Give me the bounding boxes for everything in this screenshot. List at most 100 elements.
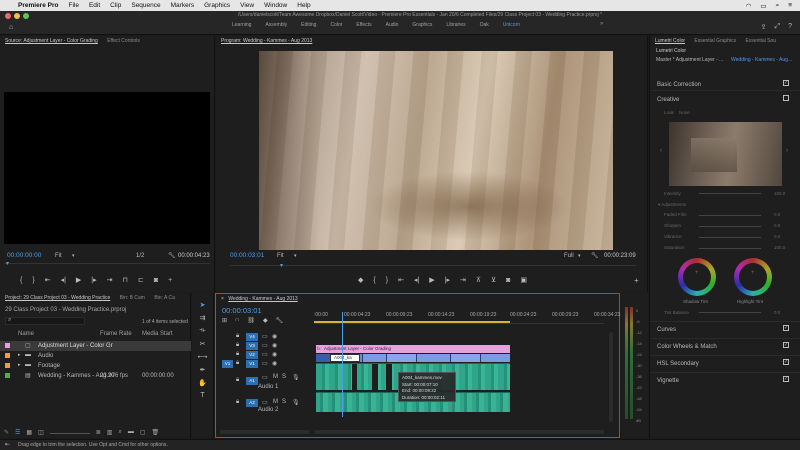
- tab-sequence[interactable]: Wedding - Kammes - Aug 2013: [228, 294, 297, 304]
- adjustments-chevron-icon[interactable]: ▾: [658, 202, 660, 207]
- mic-icon[interactable]: 🎙︎: [292, 374, 300, 381]
- sync-lock-icon[interactable]: ▭: [262, 333, 268, 340]
- intensity-slider[interactable]: [699, 193, 761, 194]
- adjustments-header[interactable]: ▾ Adjustments: [658, 202, 686, 208]
- workspace-graphics[interactable]: Graphics: [405, 21, 439, 30]
- menu-view[interactable]: View: [240, 2, 254, 9]
- add-marker-timeline-icon[interactable]: ◆: [263, 317, 268, 324]
- section-basic-correction[interactable]: Basic Correction ✓: [650, 77, 800, 91]
- lock-icon[interactable]: 🔒︎: [236, 351, 239, 358]
- expand-chevron-icon[interactable]: ▸: [18, 352, 21, 358]
- label-swatch[interactable]: [5, 353, 10, 358]
- lock-icon[interactable]: 🔒︎: [236, 399, 239, 406]
- linked-selection-icon[interactable]: ⛓: [247, 317, 255, 324]
- section-vignette[interactable]: Vignette ✓: [650, 372, 800, 386]
- home-icon[interactable]: ⌂: [9, 24, 13, 31]
- wheel-center-icon[interactable]: +: [695, 270, 699, 276]
- workspace-oak[interactable]: Oak: [473, 21, 496, 30]
- slider-track[interactable]: [699, 226, 761, 227]
- timeline-v-scrollbar[interactable]: [609, 332, 613, 422]
- lock-icon[interactable]: 🔒︎: [236, 360, 239, 367]
- slider-value[interactable]: 0.0: [774, 212, 780, 217]
- wifi-icon[interactable]: ◠: [746, 2, 752, 10]
- track-select-tool-icon[interactable]: ⇉: [200, 314, 206, 322]
- minimize-window-button[interactable]: [14, 13, 20, 19]
- wheel-center-icon[interactable]: +: [751, 270, 755, 276]
- insert-icon[interactable]: ⊓: [123, 276, 128, 284]
- section-curves[interactable]: Curves ✓: [650, 321, 800, 335]
- menu-help[interactable]: Help: [297, 2, 310, 9]
- source-playhead-icon[interactable]: ▾: [6, 260, 9, 267]
- source-patch-v1[interactable]: V1: [222, 359, 233, 368]
- workspace-unicorn[interactable]: Unicorn: [496, 21, 527, 30]
- menu-markers[interactable]: Markers: [171, 2, 194, 9]
- work-area-bar[interactable]: [314, 321, 510, 323]
- highlight-tint-wheel[interactable]: +: [734, 258, 772, 296]
- snap-icon[interactable]: ∩: [235, 317, 239, 324]
- lift-icon[interactable]: ⊼: [476, 276, 481, 284]
- video-clip-selected[interactable]: A004_ka: [330, 354, 360, 362]
- shadow-tint-wheel[interactable]: +: [678, 258, 716, 296]
- timeline-timecode[interactable]: 00:00:03:01: [222, 306, 262, 315]
- eye-icon[interactable]: ◉: [272, 351, 277, 358]
- workspace-menu-icon[interactable]: »: [600, 21, 603, 27]
- project-search-input[interactable]: [5, 317, 85, 325]
- go-to-in-icon[interactable]: ⇤: [45, 276, 51, 284]
- track-label[interactable]: A2: [246, 399, 258, 407]
- type-tool-icon[interactable]: T: [200, 392, 204, 399]
- tint-balance-slider[interactable]: [699, 312, 761, 313]
- source-fit-chevron-icon[interactable]: ▾: [72, 253, 75, 259]
- tab-project[interactable]: Project: 29 Class Project 03 - Wedding P…: [5, 293, 110, 303]
- video-clip[interactable]: [416, 354, 450, 362]
- eye-icon[interactable]: ◉: [272, 333, 277, 340]
- label-swatch[interactable]: [5, 373, 10, 378]
- new-bin-icon[interactable]: ▬: [128, 429, 134, 436]
- tab-lumetri-color[interactable]: Lumetri Color: [655, 36, 685, 46]
- quick-export-icon[interactable]: ⤢: [774, 23, 780, 31]
- trash-icon[interactable]: 🗑︎: [152, 429, 160, 436]
- menu-sequence[interactable]: Sequence: [131, 2, 160, 9]
- col-media-start[interactable]: Media Start: [142, 331, 173, 337]
- workspace-editing[interactable]: Editing: [294, 21, 323, 30]
- sync-lock-icon[interactable]: ▭: [262, 374, 268, 381]
- program-quality-select[interactable]: Full: [564, 253, 574, 259]
- workspace-assembly[interactable]: Assembly: [258, 21, 294, 30]
- close-window-button[interactable]: [5, 13, 11, 19]
- selection-tool-icon[interactable]: ➤: [200, 301, 206, 309]
- mute-button[interactable]: M: [273, 399, 278, 405]
- zoom-window-button[interactable]: [23, 13, 29, 19]
- icon-view-icon[interactable]: ▦: [26, 429, 32, 436]
- hand-tool-icon[interactable]: ✋: [198, 379, 207, 387]
- col-name[interactable]: Name: [18, 331, 34, 337]
- lumetri-master-select[interactable]: Master * Adjustment Layer - ...: [656, 57, 723, 63]
- look-preview[interactable]: [669, 122, 782, 186]
- intensity-value[interactable]: 100.0: [774, 191, 785, 196]
- sync-lock-icon[interactable]: ▭: [262, 399, 268, 406]
- slider-track[interactable]: [699, 215, 761, 216]
- checkbox-hsl-secondary[interactable]: ✓: [783, 359, 789, 365]
- section-hsl-secondary[interactable]: HSL Secondary ✓: [650, 355, 800, 369]
- label-swatch[interactable]: [5, 343, 10, 348]
- lock-icon[interactable]: 🔒︎: [236, 342, 239, 349]
- prog-go-to-out-icon[interactable]: ⇥: [460, 276, 466, 284]
- slip-tool-icon[interactable]: ⟷: [197, 353, 207, 361]
- pencil-icon[interactable]: ✎: [4, 429, 9, 436]
- sync-lock-icon[interactable]: ▭: [262, 360, 268, 367]
- razor-tool-icon[interactable]: ✂: [200, 340, 206, 348]
- prog-add-button-icon[interactable]: +: [634, 276, 639, 285]
- eye-icon[interactable]: ◉: [272, 360, 277, 367]
- slider-value[interactable]: 0.0: [774, 234, 780, 239]
- tab-source[interactable]: Source: Adjustment Layer - Color Grading: [5, 36, 98, 46]
- prog-play-icon[interactable]: ▶: [429, 276, 434, 284]
- tab-essential-sound[interactable]: Essential Sou: [745, 36, 776, 46]
- checkbox-basic-correction[interactable]: ✓: [783, 80, 789, 86]
- solo-button[interactable]: S: [282, 399, 286, 405]
- audio-track-name[interactable]: Audio 2: [258, 407, 278, 413]
- tab-effect-controls[interactable]: Effect Controls: [107, 36, 140, 46]
- mark-out-icon[interactable]: }: [32, 277, 34, 284]
- program-quality-chevron-icon[interactable]: ▾: [578, 253, 581, 259]
- program-fit-chevron-icon[interactable]: ▾: [294, 253, 297, 259]
- timeline-close-icon[interactable]: ×: [221, 296, 224, 302]
- sync-lock-icon[interactable]: ▭: [262, 351, 268, 358]
- col-frame-rate[interactable]: Frame Rate: [100, 331, 132, 337]
